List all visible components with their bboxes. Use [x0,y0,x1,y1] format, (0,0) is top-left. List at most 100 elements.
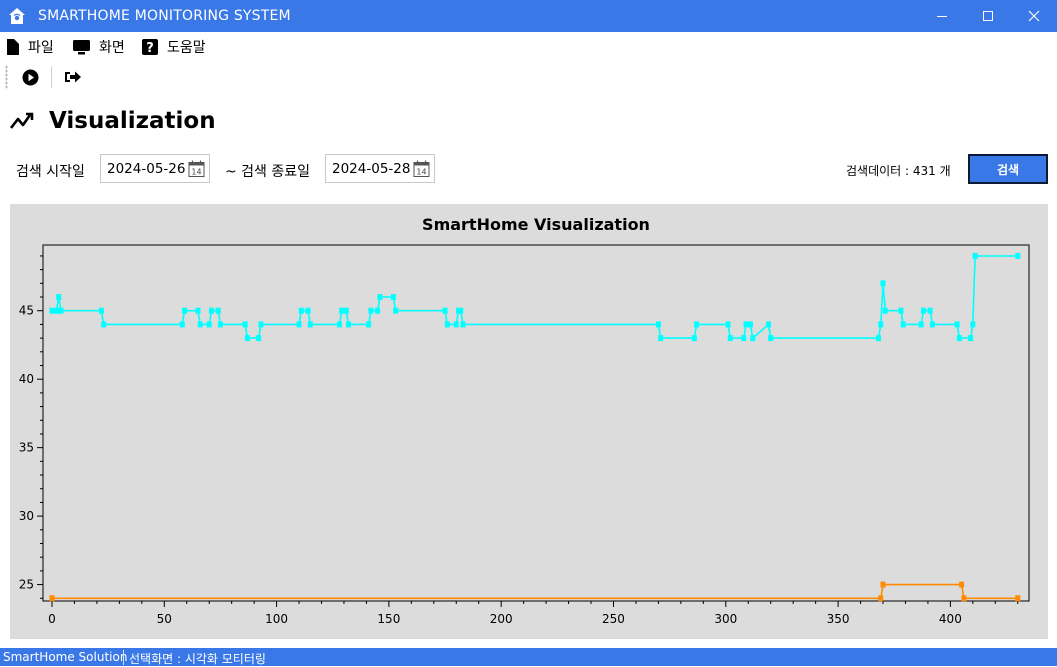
data-point [743,321,749,328]
data-point [880,581,886,588]
calendar-day: 14 [191,168,201,177]
end-date-value[interactable]: 2024-05-28 [332,161,410,177]
x-tick-label: 300 [714,612,737,626]
data-point [900,321,906,328]
data-point [658,335,664,342]
data-point [208,307,214,314]
menu-help[interactable]: ? 도움말 [142,37,206,57]
y-tick-label: 45 [19,304,34,318]
page-title: Visualization [49,108,216,134]
plot-area [42,244,1030,602]
close-button[interactable] [1011,0,1057,32]
data-point [750,335,756,342]
data-point [691,335,697,342]
data-point [197,321,203,328]
end-date-picker[interactable]: 2024-05-28 14 [325,154,435,183]
menu-help-label: 도움말 [167,40,206,56]
toolbar [0,62,1057,92]
data-point [217,321,223,328]
status-separator [123,650,124,665]
x-tick-label: 350 [827,612,850,626]
y-tick-label: 35 [19,441,34,455]
toolbar-grip[interactable] [5,65,8,89]
data-point [390,294,396,301]
maximize-button[interactable] [965,0,1011,32]
data-point [765,321,771,328]
data-point [181,307,187,314]
data-point [741,335,747,342]
data-point [694,321,700,328]
data-point [968,335,974,342]
data-point [880,280,886,287]
data-point [898,307,904,314]
sign-out-icon [65,71,81,83]
page-header: Visualization [10,104,216,138]
menu-screen-label: 화면 [99,40,125,56]
data-point [258,321,264,328]
data-point [393,307,399,314]
help-icon: ? [142,39,158,55]
toolbar-separator [51,66,52,88]
x-tick-label: 100 [265,612,288,626]
data-point [920,307,926,314]
data-point [375,307,381,314]
x-tick-label: 250 [602,612,625,626]
result-count: 검색데이터 : 431 개 [846,164,951,178]
data-point [49,595,55,602]
plot-panel: SmartHome Visualization 0 50 100 150 200 250 3… [10,204,1048,639]
close-icon [1028,10,1040,22]
data-point [195,307,201,314]
data-point [242,321,248,328]
y-tick-label: 25 [19,578,34,592]
data-point [956,335,962,342]
data-point [442,307,448,314]
start-date-picker[interactable]: 2024-05-26 14 [100,154,210,183]
x-tick-label: 50 [157,612,172,626]
x-tick-label: 150 [377,612,400,626]
play-circle-icon [22,69,38,85]
calendar-icon[interactable]: 14 [413,160,431,178]
data-point [927,307,933,314]
data-point [972,252,978,259]
start-date-value[interactable]: 2024-05-26 [107,161,185,177]
data-point [336,321,342,328]
y-tick-label: 40 [19,372,34,386]
data-point [206,321,212,328]
minimize-button[interactable] [919,0,965,32]
data-point [368,307,374,314]
data-point [453,321,459,328]
series-line-2 [52,583,1018,600]
data-point [929,321,935,328]
menu-screen[interactable]: 화면 [73,37,125,57]
data-point [970,321,976,328]
calendar-icon[interactable]: 14 [188,160,206,178]
x-tick-label: 200 [490,612,513,626]
start-date-label: 검색 시작일 [16,164,85,180]
data-point [58,307,64,314]
calendar-day: 14 [416,168,426,177]
menu-file-label: 파일 [28,40,54,56]
data-point [878,595,884,602]
line-chart: SmartHome Visualization 0 50 100 150 200 250 3… [19,215,1030,626]
data-point [878,321,884,328]
y-tick-label: 30 [19,509,34,523]
data-point [460,321,466,328]
search-button[interactable]: 검색 [968,154,1048,184]
data-point [345,321,351,328]
data-point [298,307,304,314]
x-tick-label: 0 [48,612,56,626]
end-date-label: ~ 검색 종료일 [225,164,311,180]
menu-file[interactable]: 파일 [6,37,54,57]
logout-button[interactable] [61,65,85,89]
data-point [458,307,464,314]
data-point [49,307,55,314]
data-point [53,307,59,314]
data-point [179,321,185,328]
x-tick-label: 400 [939,612,962,626]
data-point [959,581,965,588]
start-monitoring-button[interactable] [18,65,42,89]
svg-text:?: ? [146,41,154,55]
data-point [655,321,661,328]
smarthome-app-icon [9,8,25,24]
data-point [296,321,302,328]
